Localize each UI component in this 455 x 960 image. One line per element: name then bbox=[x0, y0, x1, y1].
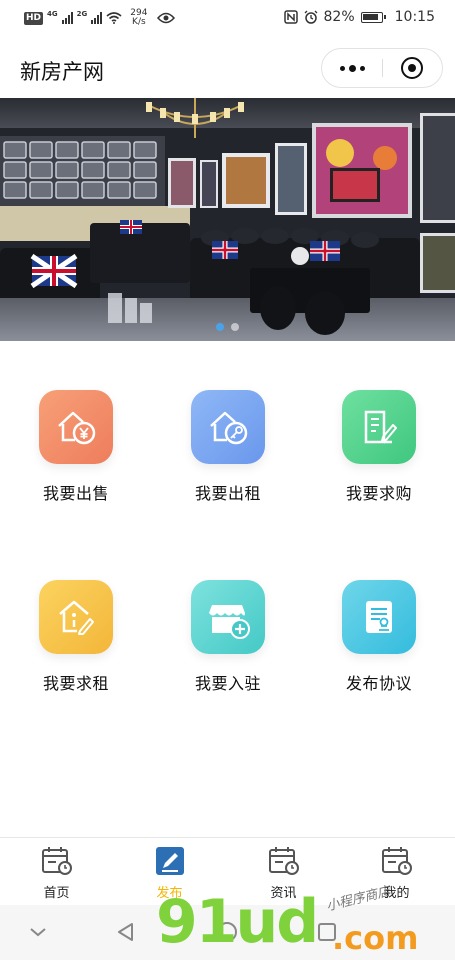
hd-badge: HD bbox=[24, 11, 44, 25]
icon-tile bbox=[39, 390, 113, 464]
status-bar: HD 4G 2G 294 K/s 82% 10:15 bbox=[0, 0, 455, 38]
eye-icon bbox=[157, 12, 176, 24]
icon-tile bbox=[39, 580, 113, 654]
tab-home[interactable]: 首页 bbox=[0, 838, 113, 906]
tab-label: 我的 bbox=[383, 886, 410, 901]
carousel-dots bbox=[0, 323, 455, 331]
tab-label: 发布 bbox=[156, 886, 183, 901]
network-4g-label: 4G bbox=[47, 10, 58, 18]
network-speed: 294 K/s bbox=[130, 9, 147, 27]
network-2g-label: 2G bbox=[76, 10, 88, 18]
nfc-icon bbox=[283, 10, 298, 24]
miniprogram-capsule bbox=[321, 48, 443, 88]
grid-label: 我要求购 bbox=[345, 484, 412, 503]
system-navigation-bar bbox=[0, 905, 455, 960]
icon-tile bbox=[342, 580, 416, 654]
dot-icon bbox=[348, 64, 356, 72]
target-icon bbox=[401, 57, 423, 79]
tab-label: 资讯 bbox=[270, 886, 297, 901]
icon-tile bbox=[191, 580, 265, 654]
document-stamp-icon bbox=[366, 601, 392, 633]
battery-icon bbox=[360, 11, 386, 23]
edit-icon bbox=[155, 847, 184, 875]
icon-tile bbox=[342, 390, 416, 464]
clock: 10:15 bbox=[394, 9, 435, 25]
tab-mine[interactable]: 我的 bbox=[340, 838, 453, 906]
more-menu-button[interactable] bbox=[322, 49, 382, 87]
grid-label: 我要求租 bbox=[42, 674, 109, 693]
dot-icon bbox=[359, 65, 365, 71]
tab-news[interactable]: 资讯 bbox=[227, 838, 340, 906]
buy-request-entry[interactable]: 我要求购 bbox=[319, 390, 439, 510]
wifi-icon bbox=[106, 12, 122, 24]
status-right: 82% 10:15 bbox=[283, 9, 435, 25]
grid-label: 我要入驻 bbox=[194, 674, 261, 693]
building-pen-icon bbox=[364, 410, 397, 444]
signal-icon bbox=[61, 12, 73, 24]
signal-icon bbox=[91, 12, 103, 24]
grid-label: 我要出租 bbox=[194, 484, 261, 503]
house-pen-icon bbox=[59, 600, 94, 635]
rent-request-entry[interactable]: 我要求租 bbox=[16, 580, 136, 700]
tab-bar: 首页 发布 资讯 我的 bbox=[0, 837, 455, 905]
recent-apps-icon[interactable] bbox=[316, 921, 338, 943]
speed-unit: K/s bbox=[132, 17, 146, 27]
agreement-entry[interactable]: 发布协议 bbox=[319, 580, 439, 700]
alarm-icon bbox=[304, 10, 317, 24]
close-miniprogram-button[interactable] bbox=[382, 49, 442, 87]
calendar-clock-icon bbox=[268, 847, 299, 875]
carousel-dot[interactable] bbox=[216, 323, 224, 331]
join-entry[interactable]: 我要入驻 bbox=[168, 580, 288, 700]
icon-tile bbox=[191, 390, 265, 464]
status-left: HD 4G 2G 294 K/s bbox=[24, 9, 176, 27]
back-icon[interactable] bbox=[115, 921, 137, 943]
carousel-dot[interactable] bbox=[231, 323, 239, 331]
grid-label: 我要出售 bbox=[42, 484, 109, 503]
title-bar: 新房产网 bbox=[0, 38, 455, 98]
rent-out-entry[interactable]: 我要出租 bbox=[168, 390, 288, 510]
battery-percent: 82% bbox=[323, 9, 355, 25]
calendar-clock-icon bbox=[381, 847, 412, 875]
tab-label: 首页 bbox=[43, 886, 70, 901]
house-yen-icon bbox=[58, 411, 96, 445]
dot-icon bbox=[339, 65, 345, 71]
grid-label: 发布协议 bbox=[345, 674, 412, 693]
tab-publish[interactable]: 发布 bbox=[113, 838, 226, 906]
page-title: 新房产网 bbox=[20, 60, 104, 84]
home-circle-icon[interactable] bbox=[216, 921, 238, 943]
chevron-down-icon[interactable] bbox=[28, 925, 48, 939]
banner-carousel[interactable] bbox=[0, 98, 455, 341]
sell-entry[interactable]: 我要出售 bbox=[16, 390, 136, 510]
calendar-clock-icon bbox=[41, 847, 72, 875]
banner-image bbox=[0, 98, 455, 341]
house-key-icon bbox=[210, 411, 248, 445]
shop-plus-icon bbox=[209, 605, 250, 639]
